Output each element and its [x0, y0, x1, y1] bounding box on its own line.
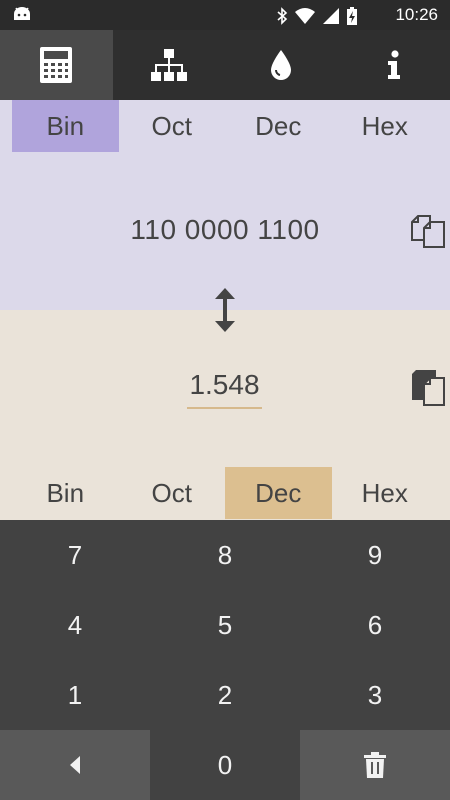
- input-base-selector: Bin Oct Dec Hex: [12, 467, 438, 519]
- drop-icon: [271, 50, 292, 80]
- tab-hierarchy[interactable]: [113, 30, 226, 100]
- key-8[interactable]: 8: [150, 520, 300, 590]
- key-9[interactable]: 9: [300, 520, 450, 590]
- input-base-hex[interactable]: Hex: [332, 467, 439, 519]
- signal-icon: [323, 8, 339, 24]
- input-base-bin[interactable]: Bin: [12, 467, 119, 519]
- key-3[interactable]: 3: [300, 660, 450, 730]
- input-base-dec[interactable]: Dec: [225, 467, 332, 519]
- number-input[interactable]: [187, 363, 262, 409]
- hierarchy-icon: [150, 49, 187, 81]
- copy-icon: [411, 215, 445, 248]
- key-6[interactable]: 6: [300, 590, 450, 660]
- key-2[interactable]: 2: [150, 660, 300, 730]
- status-time: 10:26: [395, 5, 438, 24]
- backspace-icon: [70, 756, 80, 774]
- output-base-oct[interactable]: Oct: [119, 100, 226, 152]
- calculator-icon: [40, 47, 73, 83]
- output-base-hex[interactable]: Hex: [332, 100, 439, 152]
- output-panel: Bin Oct Dec Hex 110 0000 1100: [0, 100, 450, 310]
- number-input-wrapper: [187, 363, 262, 413]
- wifi-icon: [295, 8, 315, 24]
- trash-icon: [364, 752, 386, 778]
- copy-button[interactable]: [408, 212, 448, 252]
- input-panel: Bin Oct Dec Hex: [0, 310, 450, 520]
- output-base-bin[interactable]: Bin: [12, 100, 119, 152]
- clear-button[interactable]: [300, 730, 450, 800]
- input-base-oct[interactable]: Oct: [119, 467, 226, 519]
- output-base-selector: Bin Oct Dec Hex: [12, 100, 438, 152]
- tab-info[interactable]: [338, 30, 450, 100]
- key-1[interactable]: 1: [0, 660, 150, 730]
- android-icon: [14, 7, 30, 20]
- backspace-button[interactable]: [0, 730, 150, 800]
- swap-vertical-icon: [215, 288, 235, 332]
- battery-charging-icon: [347, 7, 357, 25]
- key-0[interactable]: 0: [150, 730, 300, 800]
- paste-icon: [412, 370, 445, 406]
- keypad: 7 8 9 4 5 6 1 2 3 0: [0, 520, 450, 800]
- tab-drop[interactable]: [225, 30, 338, 100]
- paste-button[interactable]: [408, 368, 448, 408]
- swap-button[interactable]: [212, 288, 238, 332]
- output-value: 110 0000 1100: [130, 214, 320, 245]
- key-5[interactable]: 5: [150, 590, 300, 660]
- key-4[interactable]: 4: [0, 590, 150, 660]
- tab-bar: [0, 30, 450, 100]
- status-bar: 10:26: [0, 0, 450, 30]
- key-7[interactable]: 7: [0, 520, 150, 590]
- output-base-dec[interactable]: Dec: [225, 100, 332, 152]
- bluetooth-icon: [277, 7, 288, 25]
- info-icon: [387, 50, 400, 79]
- tab-calculator[interactable]: [0, 30, 113, 100]
